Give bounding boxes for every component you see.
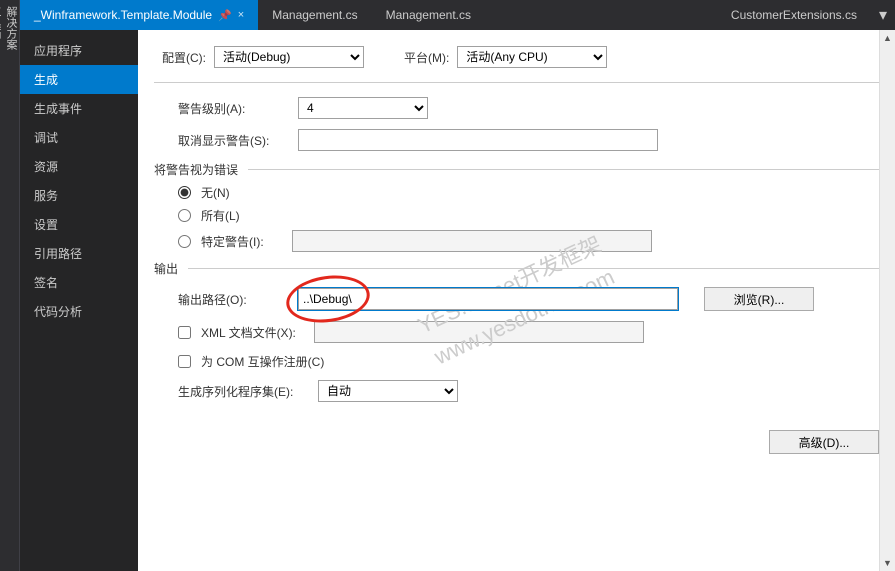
scroll-down-icon[interactable]: ▼ — [880, 555, 895, 571]
rail-label-1: 解决方案 — [5, 6, 17, 50]
build-form: YES.dotnet开发框架 www.yesdotnet.com 配置(C): … — [138, 30, 895, 571]
close-icon[interactable]: × — [238, 9, 244, 21]
warning-level-label: 警告级别(A): — [178, 100, 288, 117]
sidebar-item-resources[interactable]: 资源 — [20, 152, 138, 181]
tab-label: _Winframework.Template.Module — [34, 8, 212, 22]
suppress-warnings-label: 取消显示警告(S): — [178, 132, 288, 149]
pin-icon[interactable]: 📌 — [218, 9, 232, 22]
warning-level-select[interactable]: 4 — [298, 97, 428, 119]
platform-label: 平台(M): — [404, 49, 449, 66]
vertical-scrollbar[interactable]: ▲ ▼ — [879, 30, 895, 571]
document-tabstrip: _Winframework.Template.Module 📌 × Manage… — [0, 0, 895, 30]
workspace: 应用程序 生成 生成事件 调试 资源 服务 设置 引用路径 签名 代码分析 YE… — [20, 30, 895, 571]
advanced-button[interactable]: 高级(D)... — [769, 430, 879, 454]
sidebar-item-code-analysis[interactable]: 代码分析 — [20, 297, 138, 326]
platform-select[interactable]: 活动(Any CPU) — [457, 46, 607, 68]
treat-error-none-radio[interactable] — [178, 186, 191, 199]
rail-label-2: 工具箱 — [0, 6, 1, 39]
output-group: 输出 — [154, 260, 178, 277]
xml-doc-label: XML 文档文件(X): — [201, 324, 296, 341]
tab-label: Management.cs — [386, 8, 471, 22]
left-dock-rail[interactable]: 解决方案 工具箱 — [0, 0, 20, 571]
suppress-warnings-input[interactable] — [298, 129, 658, 151]
serialization-select[interactable]: 自动 — [318, 380, 458, 402]
sidebar-item-services[interactable]: 服务 — [20, 181, 138, 210]
treat-error-none-label: 无(N) — [201, 184, 230, 201]
output-path-input[interactable] — [298, 288, 678, 310]
tab-label: CustomerExtensions.cs — [731, 8, 857, 22]
treat-error-specific-input — [292, 230, 652, 252]
tab-management-2[interactable]: Management.cs — [372, 0, 485, 30]
tab-customer-extensions[interactable]: CustomerExtensions.cs — [717, 0, 871, 30]
tab-management-1[interactable]: Management.cs — [258, 0, 371, 30]
xml-doc-input — [314, 321, 644, 343]
treat-error-all-radio[interactable] — [178, 209, 191, 222]
config-select[interactable]: 活动(Debug) — [214, 46, 364, 68]
browse-button[interactable]: 浏览(R)... — [704, 287, 814, 311]
output-path-label: 输出路径(O): — [178, 291, 288, 308]
sidebar-item-application[interactable]: 应用程序 — [20, 36, 138, 65]
sidebar-item-build-events[interactable]: 生成事件 — [20, 94, 138, 123]
scroll-up-icon[interactable]: ▲ — [880, 30, 895, 46]
treat-error-specific-radio[interactable] — [178, 235, 191, 248]
com-interop-checkbox[interactable] — [178, 355, 191, 368]
tab-overflow-menu[interactable]: ▾ — [871, 0, 895, 30]
sidebar-item-build[interactable]: 生成 — [20, 65, 138, 94]
sidebar-item-settings[interactable]: 设置 — [20, 210, 138, 239]
sidebar-item-debug[interactable]: 调试 — [20, 123, 138, 152]
tab-label: Management.cs — [272, 8, 357, 22]
sidebar-item-reference-paths[interactable]: 引用路径 — [20, 239, 138, 268]
treat-error-all-label: 所有(L) — [201, 207, 240, 224]
sidebar-item-signing[interactable]: 签名 — [20, 268, 138, 297]
treat-as-errors-group: 将警告视为错误 — [154, 161, 238, 178]
properties-sidebar: 应用程序 生成 生成事件 调试 资源 服务 设置 引用路径 签名 代码分析 — [20, 30, 138, 571]
config-label: 配置(C): — [162, 49, 206, 66]
treat-error-specific-label: 特定警告(I): — [201, 233, 264, 250]
tab-project-properties[interactable]: _Winframework.Template.Module 📌 × — [20, 0, 258, 30]
com-interop-label: 为 COM 互操作注册(C) — [201, 353, 324, 370]
xml-doc-checkbox[interactable] — [178, 326, 191, 339]
serialization-label: 生成序列化程序集(E): — [178, 383, 308, 400]
